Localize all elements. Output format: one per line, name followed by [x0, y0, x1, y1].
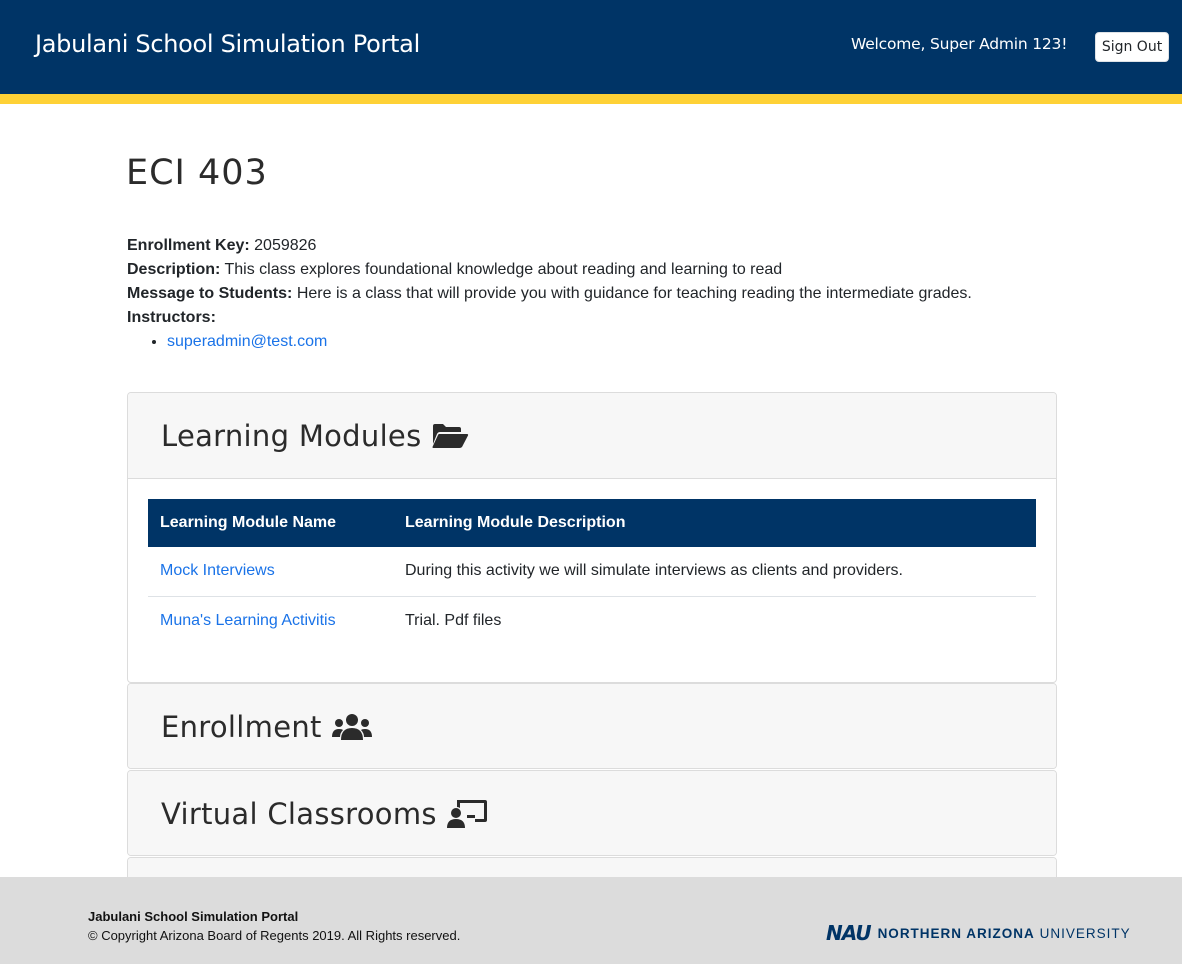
instructor-email-link[interactable]: superadmin@test.com — [167, 333, 327, 350]
footer: Jabulani School Simulation Portal © Copy… — [0, 877, 1182, 964]
table-header-row: Learning Module Name Learning Module Des… — [148, 499, 1036, 547]
description-row: Description: This class explores foundat… — [127, 258, 972, 282]
brand-title[interactable]: Jabulani School Simulation Portal — [35, 30, 420, 58]
nau-logo-mark: NAU — [826, 921, 872, 945]
nau-logo-text-regular: UNIVERSITY — [1039, 925, 1131, 941]
module-description: During this activity we will simulate in… — [393, 547, 1036, 597]
welcome-message: Welcome, Super Admin 123! — [851, 35, 1068, 53]
column-header-description: Learning Module Description — [405, 514, 626, 531]
learning-modules-header[interactable]: Learning Modules — [128, 393, 1056, 478]
virtual-classrooms-card: Virtual Classrooms — [127, 770, 1057, 856]
table-row: Muna's Learning Activitis Trial. Pdf fil… — [148, 596, 1036, 645]
message-row: Message to Students: Here is a class tha… — [127, 282, 972, 306]
enrollment-header[interactable]: Enrollment — [128, 684, 1056, 768]
virtual-classrooms-header[interactable]: Virtual Classrooms — [128, 771, 1056, 855]
column-header-name: Learning Module Name — [160, 514, 337, 531]
enrollment-title: Enrollment — [161, 709, 322, 744]
learning-modules-body: Learning Module Name Learning Module Des… — [128, 478, 1056, 682]
message-label: Message to Students: — [127, 285, 293, 302]
enrollment-key-label: Enrollment Key: — [127, 237, 250, 254]
nau-logo[interactable]: NAU NORTHERN ARIZONA UNIVERSITY — [826, 921, 1131, 945]
users-icon — [331, 713, 372, 741]
module-description: Trial. Pdf files — [405, 611, 502, 629]
course-info: Enrollment Key: 2059826 Description: Thi… — [127, 234, 972, 354]
header-accent-stripe — [0, 94, 1182, 104]
course-title: ECI 403 — [126, 153, 268, 193]
footer-title: Jabulani School Simulation Portal — [88, 909, 299, 924]
sign-out-button[interactable]: Sign Out — [1095, 32, 1169, 62]
nau-logo-text: NORTHERN ARIZONA UNIVERSITY — [878, 926, 1131, 941]
message-value: Here is a class that will provide you wi… — [296, 285, 972, 302]
nau-logo-text-bold: NORTHERN ARIZONA — [877, 925, 1035, 941]
description-value: This class explores foundational knowled… — [224, 261, 783, 278]
module-link-munas-learning-activitis[interactable]: Muna's Learning Activitis — [160, 612, 336, 629]
footer-copyright: © Copyright Arizona Board of Regents 201… — [88, 928, 461, 943]
instructor-item: superadmin@test.com — [167, 330, 972, 354]
folder-open-icon — [431, 422, 469, 450]
description-label: Description: — [127, 261, 221, 278]
enrollment-key-row: Enrollment Key: 2059826 — [127, 234, 972, 258]
learning-modules-title: Learning Modules — [161, 418, 422, 453]
instructors-list: superadmin@test.com — [167, 330, 972, 354]
top-navbar: Jabulani School Simulation Portal Welcom… — [0, 0, 1182, 94]
table-row: Mock Interviews During this activity we … — [148, 547, 1036, 597]
enrollment-card: Enrollment — [127, 683, 1057, 769]
module-link-mock-interviews[interactable]: Mock Interviews — [160, 562, 275, 579]
learning-modules-card: Learning Modules Learning Module Name Le… — [127, 392, 1057, 683]
instructors-row: Instructors: — [127, 306, 972, 330]
instructors-label: Instructors: — [127, 309, 216, 326]
enrollment-key-value: 2059826 — [254, 237, 317, 254]
learning-modules-table: Learning Module Name Learning Module Des… — [148, 499, 1036, 645]
virtual-classrooms-title: Virtual Classrooms — [161, 796, 437, 831]
chalkboard-teacher-icon — [446, 799, 487, 829]
